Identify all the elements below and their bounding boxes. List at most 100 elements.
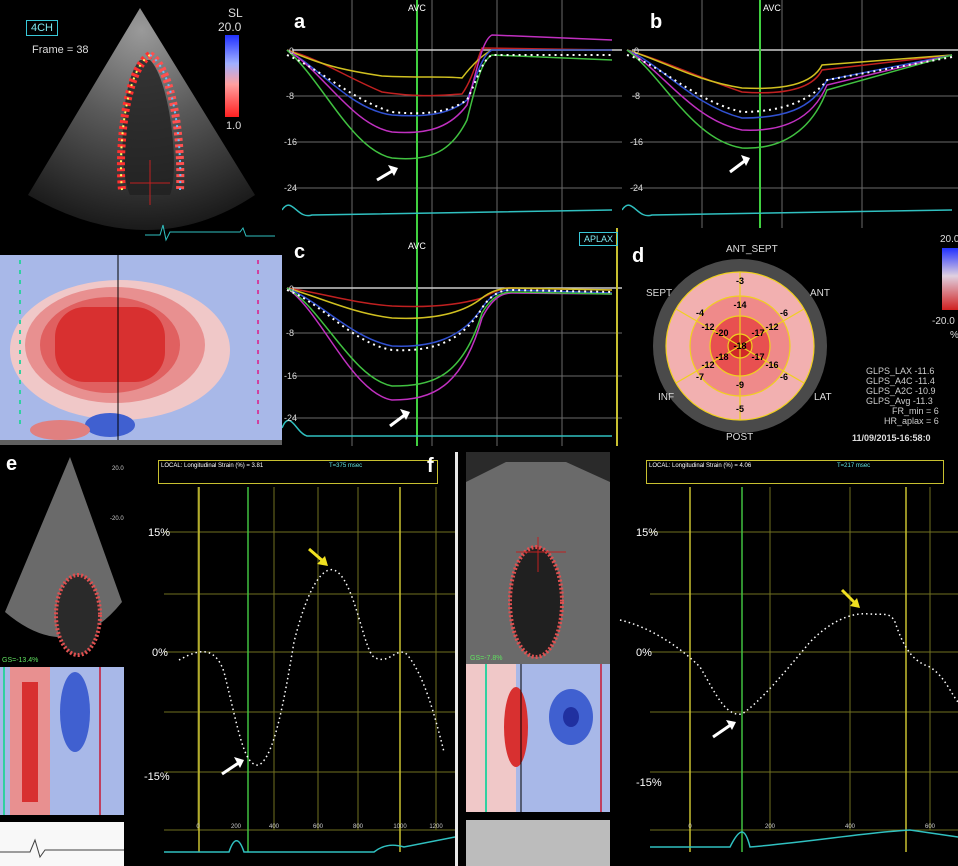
scale-bottom-value: 1.0 [226, 120, 242, 132]
exam-date: 11/09/2015-16:58:0 [852, 433, 931, 443]
panel-g-header-label: LOCAL: Longitudinal Strain (%) = 4.06 [649, 463, 752, 469]
label-lat: LAT [814, 392, 832, 403]
segment-value: -12 [701, 360, 714, 370]
strain-chart-g-svg: 15% 0% -15% 0 200 400 600 [619, 487, 958, 852]
panel-g-xtick: 200 [765, 824, 776, 830]
panel-f-header-label: LOCAL: Longitudinal Strain (%) = 3.81 [161, 463, 264, 469]
panel-c-tick-1: -8 [286, 328, 294, 338]
panel-e-letter: e [6, 453, 17, 475]
segment-value: -14 [733, 300, 746, 310]
panel-b-tick-0: 0 [634, 46, 639, 56]
panel-g-gs: GS=-7.8% [470, 655, 503, 662]
label-inf: INF [658, 392, 674, 403]
stat-row: FR_min = 6 [892, 406, 939, 416]
panel-f-header: LOCAL: Longitudinal Strain (%) = 3.81 T=… [158, 460, 438, 484]
panel-b-tick-1: -8 [632, 91, 640, 101]
segment-value: -3 [736, 276, 744, 286]
panel-g-ytick: 0% [636, 647, 652, 659]
panel-c-avc: AVC [408, 241, 426, 251]
stat-row: GLPS_LAX -11.6 [866, 366, 935, 376]
panel-b-letter: b [650, 11, 662, 33]
panel-d-letter: d [632, 245, 644, 267]
panel-f-letter: f [427, 455, 434, 477]
panel-f-xtick: 200 [231, 824, 242, 830]
strain-chart-c-svg: c AVC 0 -8 -16 -24 [282, 228, 622, 446]
panel-g-xtick: 400 [845, 824, 856, 830]
panel-f-xtick: 600 [313, 824, 324, 830]
echo-g-panel: GS=-7.8% [466, 452, 610, 866]
strain-chart-b: b AVC 0 -8 -16 -24 [622, 0, 958, 228]
panel-f-xtick: 1000 [393, 824, 407, 830]
strain-chart-f-svg: 15% 0% -15% 0 200 400 600 800 1000 1200 [144, 487, 455, 853]
panel-a-avc: AVC [408, 3, 426, 13]
label-ant: ANT [810, 288, 830, 299]
panel-a-tick-2: -16 [284, 137, 297, 147]
strain-chart-f: 15% 0% -15% 0 200 400 600 800 1000 1200 … [124, 452, 455, 866]
stat-row: GLPS_A2C -10.9 [866, 386, 936, 396]
strain-map-panel [0, 255, 282, 445]
divider [455, 452, 458, 866]
panel-g-header: LOCAL: Longitudinal Strain (%) = 4.06 T=… [646, 460, 944, 484]
stat-row: GLPS_Avg -11.3 [866, 396, 933, 406]
panel-a-tick-3: -24 [284, 183, 297, 193]
panel-c-tick-3: -24 [284, 413, 297, 423]
panel-b-avc: AVC [763, 3, 781, 13]
strain-chart-b-svg: b AVC 0 -8 -16 -24 [622, 0, 958, 228]
segment-value: -18 [733, 341, 746, 351]
panel-e-gs: GS=-13.4% [2, 657, 38, 664]
scale-top-value: 20.0 [940, 234, 958, 245]
segment-value: -5 [736, 404, 744, 414]
segment-value: -18 [715, 352, 728, 362]
panel-c-letter: c [294, 241, 305, 263]
strain-chart-a: a AVC 0 -8 -16 -24 [282, 0, 622, 228]
segment-value: -17 [751, 328, 764, 338]
strain-chart-c: c AVC 0 -8 -16 -24 APLAX [282, 228, 622, 446]
panel-f-time: T=375 msec [329, 463, 363, 469]
panel-e-scale-bottom: -20.0 [110, 516, 124, 522]
label-ant-sept: ANT_SEPT [726, 244, 778, 255]
frame-label: Frame = 38 [32, 44, 89, 56]
segment-value: -7 [696, 372, 704, 382]
strain-chart-g: 15% 0% -15% 0 200 400 600 LOCAL: Longitu… [610, 452, 958, 866]
segment-value: -12 [765, 322, 778, 332]
segment-value: -16 [765, 360, 778, 370]
strain-chart-a-svg: a AVC 0 -8 -16 -24 [282, 0, 622, 228]
view-label-box: 4CH [26, 20, 59, 36]
panel-c-view-box: APLAX [579, 232, 619, 246]
segment-value: -12 [701, 322, 714, 332]
label-post: POST [726, 432, 753, 443]
echo-e-panel: e GS=-13.4% 20.0 -20.0 [0, 452, 124, 866]
segment-value: -6 [780, 372, 788, 382]
panel-f-ytick: 0% [152, 647, 168, 659]
panel-g-ytick: 15% [636, 527, 658, 539]
panel-a-tick-0: 0 [289, 46, 294, 56]
panel-g-xtick: 0 [688, 824, 692, 830]
panel-c-tick-2: -16 [284, 371, 297, 381]
strain-map-image [0, 255, 282, 445]
panel-f-xtick: 1200 [429, 824, 443, 830]
stats-list: GLPS_LAX -11.6 GLPS_A4C -11.4 GLPS_A2C -… [866, 366, 939, 426]
segment-value: -17 [751, 352, 764, 362]
echo-e-svg: e GS=-13.4% [0, 453, 124, 866]
scale-label: SL [228, 6, 243, 20]
stat-row: HR_aplax = 6 [884, 416, 939, 426]
panel-g-time: T=217 msec [837, 463, 871, 469]
label-sept: SEPT [646, 288, 672, 299]
panel-f-xtick: 400 [269, 824, 280, 830]
scale-bottom-value: -20.0 [932, 316, 955, 327]
panel-e-scale-top: 20.0 [112, 466, 124, 472]
panel-b-tick-2: -16 [630, 137, 643, 147]
echo-g-svg: GS=-7.8% [466, 452, 610, 866]
echo-4ch-panel: 4CH Frame = 38 SL 20.0 1.0 [0, 0, 282, 255]
segment-value: -20 [715, 328, 728, 338]
scale-unit: % [950, 330, 958, 341]
panel-a-tick-1: -8 [286, 91, 294, 101]
segment-value: -6 [780, 308, 788, 318]
panel-f-ytick: 15% [148, 527, 170, 539]
panel-a-letter: a [294, 11, 306, 33]
stat-row: GLPS_A4C -11.4 [866, 376, 935, 386]
scale-top-value: 20.0 [218, 20, 242, 34]
panel-b-tick-3: -24 [630, 183, 643, 193]
segment-value: -4 [696, 308, 704, 318]
panel-f-ytick: -15% [144, 771, 170, 783]
